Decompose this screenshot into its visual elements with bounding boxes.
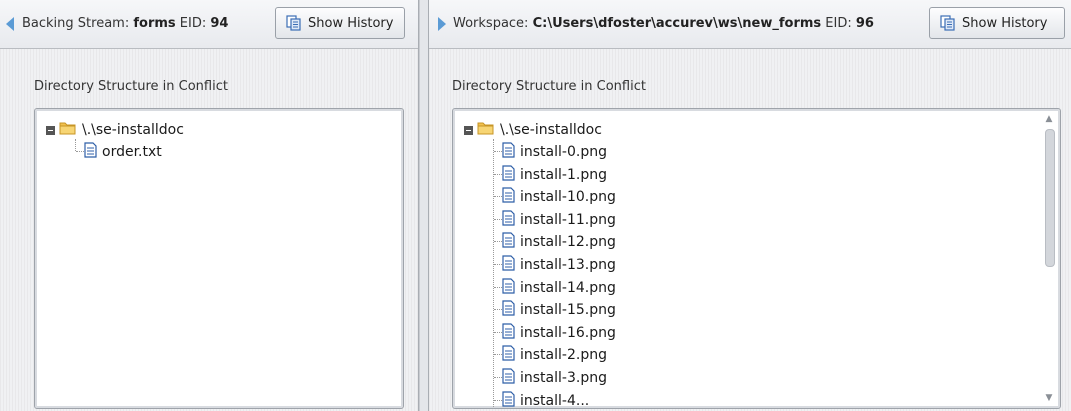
show-history-button[interactable]: Show History: [275, 7, 405, 39]
show-history-label: Show History: [962, 15, 1048, 31]
tree-connector: [493, 139, 494, 408]
tree-connector: [494, 218, 502, 220]
header-prefix: Backing Stream:: [22, 16, 130, 31]
workspace-path: C:\Users\dfoster\accurev\ws\new_forms: [532, 16, 822, 31]
tree-file-label: install-14.png: [520, 279, 616, 296]
section-label: Directory Structure in Conflict: [34, 79, 228, 94]
tree-root-label: \.\se-installdoc: [82, 122, 184, 138]
show-history-button[interactable]: Show History: [929, 7, 1065, 39]
tree-file-label: install-2.png: [520, 347, 607, 364]
document-icon: [502, 368, 515, 388]
folder-icon: [59, 121, 77, 139]
copy-pages-icon: [940, 15, 956, 31]
directory-tree[interactable]: \.\se-installdoc order.txt: [34, 108, 404, 409]
scroll-down-icon[interactable]: ▼: [1042, 391, 1056, 405]
backing-stream-pane: Backing Stream: forms EID: 94 Show Histo…: [0, 0, 419, 411]
document-icon: [502, 300, 515, 320]
tree-connector: [494, 354, 502, 356]
tree-connector: [494, 377, 502, 378]
tree-file-node[interactable]: install-1.png: [502, 164, 607, 186]
triangle-right-icon[interactable]: [438, 17, 446, 31]
scroll-up-icon[interactable]: ▲: [1042, 112, 1056, 126]
tree-file-node[interactable]: install-2.png: [502, 344, 607, 366]
document-icon: [84, 142, 97, 162]
tree-file-node[interactable]: install-12.png: [502, 231, 616, 253]
stream-name: forms: [133, 16, 176, 31]
tree-connector: [76, 151, 84, 152]
tree-connector: [494, 309, 502, 311]
scrollbar-thumb[interactable]: [1045, 129, 1055, 267]
tree-root-node[interactable]: \.\se-installdoc: [464, 119, 602, 141]
tree-file-node[interactable]: install-4...: [502, 390, 590, 409]
tree-file-node[interactable]: order.txt: [84, 141, 162, 163]
tree-root-node[interactable]: \.\se-installdoc: [46, 119, 184, 141]
tree-file-node[interactable]: install-15.png: [502, 299, 616, 321]
backing-stream-header: Backing Stream: forms EID: 94: [22, 16, 228, 31]
document-icon: [502, 390, 515, 408]
tree-connector: [494, 264, 502, 265]
eid-label: EID:: [825, 16, 852, 31]
folder-icon: [477, 121, 495, 139]
document-icon: [502, 277, 515, 298]
tree-connector: [494, 173, 502, 175]
header-prefix: Workspace:: [453, 16, 529, 31]
workspace-pane: Workspace: C:\Users\dfoster\accurev\ws\n…: [428, 0, 1071, 411]
tree-file-label: install-3.png: [520, 370, 607, 386]
eid-label: EID:: [179, 16, 207, 31]
vertical-scrollbar[interactable]: ▲ ▼: [1042, 112, 1056, 405]
tree-file-label: install-12.png: [520, 234, 616, 251]
tree-file-label: install-0.png: [520, 144, 607, 160]
tree-connector: [494, 331, 502, 333]
document-icon: [502, 255, 515, 275]
workspace-header: Workspace: C:\Users\dfoster\accurev\ws\n…: [453, 16, 874, 31]
directory-tree[interactable]: \.\se-installdoc install-0.png install-1.…: [452, 108, 1061, 409]
tree-file-label: install-10.png: [520, 189, 616, 206]
tree-connector: [494, 241, 502, 243]
tree-file-label: install-4...: [520, 392, 590, 409]
copy-pages-icon: [286, 15, 302, 31]
tree-file-label: order.txt: [102, 144, 162, 160]
tree-file-label: install-13.png: [520, 257, 616, 273]
document-icon: [502, 142, 515, 162]
tree-file-node[interactable]: install-14.png: [502, 277, 616, 299]
document-icon: [502, 210, 515, 230]
minus-box-icon[interactable]: [464, 125, 473, 135]
eid-value: 94: [210, 16, 229, 31]
tree-file-label: install-15.png: [520, 302, 616, 319]
tree-connector: [494, 151, 502, 152]
show-history-label: Show History: [308, 15, 394, 31]
eid-value: 96: [855, 16, 874, 31]
section-label: Directory Structure in Conflict: [452, 79, 646, 94]
tree-file-label: install-11.png: [520, 211, 616, 228]
tree-connector: [494, 286, 502, 288]
tree-file-node[interactable]: install-16.png: [502, 322, 616, 344]
tree-file-node[interactable]: install-13.png: [502, 254, 616, 276]
tree-file-node[interactable]: install-3.png: [502, 367, 607, 389]
document-icon: [502, 232, 515, 252]
minus-box-icon[interactable]: [46, 125, 55, 135]
tree-file-node[interactable]: install-11.png: [502, 209, 616, 231]
document-icon: [502, 164, 515, 185]
tree-file-node[interactable]: install-10.png: [502, 186, 616, 208]
tree-file-label: install-16.png: [520, 324, 616, 341]
tree-file-node[interactable]: install-0.png: [502, 141, 607, 163]
document-icon: [502, 345, 515, 365]
workspace-toolbar: Workspace: C:\Users\dfoster\accurev\ws\n…: [429, 0, 1071, 49]
backing-stream-toolbar: Backing Stream: forms EID: 94 Show Histo…: [0, 0, 418, 49]
tree-connector: [494, 196, 502, 198]
tree-connector: [494, 399, 502, 401]
tree-connector: [75, 139, 76, 151]
document-icon: [502, 187, 515, 207]
tree-file-label: install-1.png: [520, 166, 607, 183]
tree-root-label: \.\se-installdoc: [500, 122, 602, 138]
triangle-left-icon[interactable]: [6, 17, 14, 31]
document-icon: [502, 323, 515, 343]
